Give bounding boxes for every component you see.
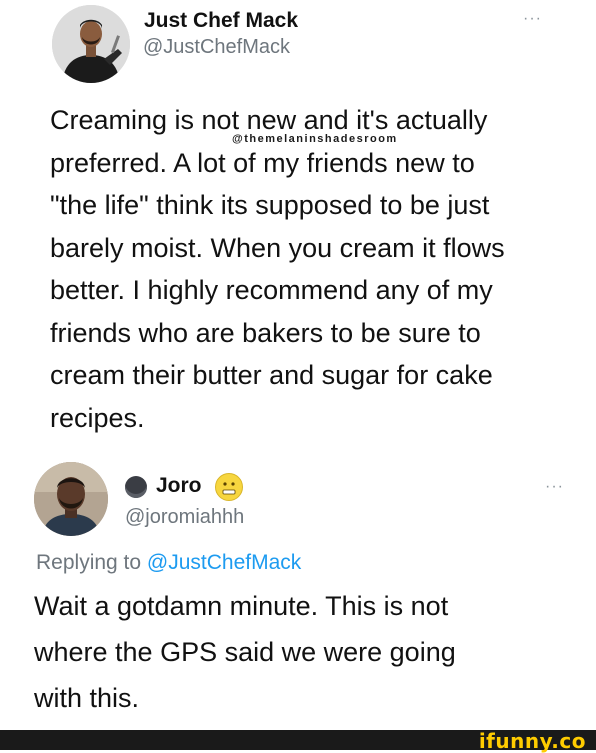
- tweet-line: barely moist. When you cream it flows: [50, 232, 505, 263]
- tweet-line: "the life" think its supposed to be just: [50, 190, 490, 220]
- tweet-line: better. I highly recommend any of my: [50, 275, 493, 305]
- author-avatar[interactable]: [52, 5, 130, 83]
- author-handle[interactable]: @JustChefMack: [143, 36, 290, 59]
- reply-body: Wait a gotdamn minute. This is not where…: [34, 583, 564, 721]
- reply-line: Wait a gotdamn minute. This is not: [34, 591, 449, 621]
- footer-bar: ifunny.co: [0, 729, 596, 753]
- reply-author-name[interactable]: Joro: [156, 474, 202, 498]
- chef-avatar-image: [52, 5, 130, 83]
- grimace-emoji-icon: [215, 473, 243, 501]
- reply-author-avatar[interactable]: [34, 462, 108, 536]
- replying-to-prefix: Replying to: [36, 551, 142, 574]
- tweet-line: cream their butter and sugar for cake: [50, 360, 493, 390]
- tweet-line: preferred. A lot of my friends new to: [50, 147, 475, 178]
- more-dots-icon[interactable]: ···: [545, 478, 564, 496]
- author-name[interactable]: Just Chef Mack: [144, 9, 298, 33]
- reply-author-handle[interactable]: @joromiahhh: [125, 506, 244, 529]
- tweet-body: Creaming is not new and it's actually pr…: [50, 99, 550, 439]
- replying-to-mention[interactable]: @JustChefMack: [147, 551, 301, 574]
- watermark: @themelaninshadesroom: [232, 133, 398, 145]
- replying-to-line: Replying to @JustChefMack: [36, 551, 301, 575]
- reply-line: where the GPS said we were going: [34, 637, 456, 667]
- tweet-line: recipes.: [50, 402, 145, 433]
- more-dots-icon[interactable]: ···: [523, 10, 542, 28]
- joro-avatar-image: [34, 462, 108, 536]
- brand-watermark: ifunny.co: [478, 729, 586, 753]
- reply-line: with this.: [34, 683, 140, 713]
- tweet-line: friends who are bakers to be sure to: [50, 317, 481, 348]
- round-badge-icon: [125, 476, 147, 498]
